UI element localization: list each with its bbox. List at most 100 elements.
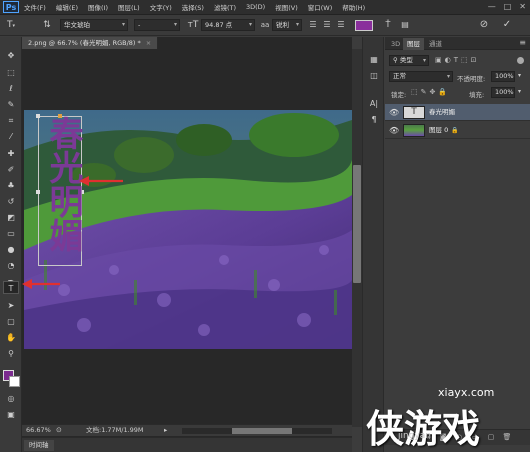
- eraser-tool-icon[interactable]: ◩: [3, 211, 19, 224]
- lasso-tool-icon[interactable]: ℓ: [3, 82, 19, 95]
- layer-row-text[interactable]: 👁 T 春光明媚: [385, 104, 530, 121]
- paragraph-panel-icon[interactable]: ¶: [367, 113, 381, 126]
- layer-filter-select[interactable]: ⚲ 类型 ▾: [389, 55, 429, 66]
- antialias-select[interactable]: 锐利 ▾: [272, 19, 302, 31]
- menu-layer[interactable]: 图层(L): [113, 2, 145, 12]
- eyedropper-tool-icon[interactable]: ⁄: [3, 130, 19, 143]
- blend-mode-select[interactable]: 正常 ▾: [389, 71, 453, 82]
- zoom-level[interactable]: 66.67%: [26, 425, 51, 436]
- marquee-tool-icon[interactable]: ⬚: [3, 66, 19, 79]
- visibility-eye-icon[interactable]: 👁: [389, 108, 399, 117]
- fill-input[interactable]: 100%: [491, 87, 515, 98]
- menu-file[interactable]: 文件(F): [19, 2, 51, 12]
- font-style-select[interactable]: - ▾: [134, 19, 180, 31]
- fill-label: 填充:: [469, 91, 485, 99]
- quick-mask-icon[interactable]: ◎: [3, 392, 19, 405]
- fill-value: 100%: [495, 88, 514, 96]
- panel-tabs: 3D 图层 通道 ≡: [385, 37, 530, 50]
- chevron-down-icon: ▾: [446, 73, 450, 80]
- document-info[interactable]: 文档:1.77M/1.99M: [86, 425, 144, 436]
- menu-help[interactable]: 帮助(H): [337, 2, 370, 12]
- visibility-eye-icon[interactable]: 👁: [389, 126, 399, 135]
- menu-type[interactable]: 文字(Y): [145, 2, 177, 12]
- layer-name-text: 图层 0: [429, 126, 449, 134]
- menu-window[interactable]: 窗口(W): [303, 2, 338, 12]
- brush-tool-icon[interactable]: ✐: [3, 163, 19, 176]
- tab-layers[interactable]: 图层: [403, 38, 424, 50]
- menu-image[interactable]: 图像(I): [83, 2, 113, 12]
- quick-select-tool-icon[interactable]: ✎: [3, 98, 19, 111]
- image-canvas[interactable]: 春光明媚: [24, 110, 352, 349]
- hand-tool-icon[interactable]: ✋: [3, 331, 19, 344]
- screen-mode-icon[interactable]: ▣: [3, 408, 19, 421]
- path-select-icon[interactable]: ➤: [3, 299, 19, 312]
- background-color[interactable]: [9, 376, 20, 387]
- properties-panel-icon[interactable]: ◫: [367, 69, 381, 82]
- character-panel-icon[interactable]: ▤: [398, 18, 412, 32]
- align-right-icon[interactable]: ☰: [334, 18, 348, 32]
- red-arrow-tool-annotation: [22, 279, 60, 289]
- layer-name[interactable]: 春光明媚: [429, 104, 455, 121]
- character-panel-icon[interactable]: A|: [367, 97, 381, 110]
- transform-handle[interactable]: [36, 190, 40, 194]
- lock-options-icons[interactable]: ⬚✎✥🔒: [411, 88, 450, 96]
- lock-label: 锁定:: [391, 91, 407, 99]
- zoom-tool-icon[interactable]: ⚲: [3, 347, 19, 360]
- transform-handle[interactable]: [36, 114, 40, 118]
- commit-icon[interactable]: ✓: [500, 18, 514, 32]
- text-color-swatch[interactable]: [355, 20, 373, 31]
- type-tool-button[interactable]: T: [3, 281, 19, 294]
- text-orientation-icon[interactable]: ⇅: [40, 18, 54, 32]
- gradient-tool-icon[interactable]: ▭: [3, 227, 19, 240]
- type-tool-icon[interactable]: T▾: [4, 18, 18, 32]
- close-tab-icon[interactable]: ×: [146, 39, 151, 47]
- font-size-select[interactable]: 94.87 点 ▾: [201, 19, 255, 31]
- menu-select[interactable]: 选择(S): [177, 2, 209, 12]
- chevron-down-icon[interactable]: ▾: [518, 72, 521, 79]
- dodge-tool-icon[interactable]: ◔: [3, 259, 19, 272]
- close-window-button[interactable]: ✕: [519, 2, 526, 11]
- maximize-button[interactable]: □: [504, 2, 512, 11]
- cancel-icon[interactable]: ⊘: [477, 18, 491, 32]
- layer-name[interactable]: 图层 0 🔒: [429, 122, 459, 139]
- menu-edit[interactable]: 编辑(E): [51, 2, 83, 12]
- minimize-button[interactable]: —: [488, 2, 496, 11]
- timeline-tab[interactable]: 时间轴: [24, 440, 54, 451]
- canvas-vertical-text[interactable]: 春光明媚: [41, 116, 83, 252]
- align-center-icon[interactable]: ☰: [320, 18, 334, 32]
- tab-channels[interactable]: 通道: [425, 38, 446, 50]
- status-menu-arrow-icon[interactable]: ▸: [164, 425, 167, 436]
- horizontal-scroll-thumb[interactable]: [232, 428, 292, 434]
- move-tool-icon[interactable]: ✥: [3, 49, 19, 62]
- history-brush-icon[interactable]: ↺: [3, 195, 19, 208]
- font-size-icon: ᴛT: [187, 20, 199, 30]
- rectangle-tool-icon[interactable]: ▢: [3, 315, 19, 328]
- watermark-sub: jingyan: [398, 431, 431, 441]
- align-left-icon[interactable]: ☰: [306, 18, 320, 32]
- healing-brush-icon[interactable]: ✚: [3, 147, 19, 160]
- opacity-input[interactable]: 100%: [491, 71, 515, 82]
- antialias-value: 锐利: [276, 21, 289, 29]
- vertical-scroll-thumb[interactable]: [353, 165, 361, 283]
- menu-filter[interactable]: 滤镜(T): [209, 2, 241, 12]
- blur-tool-icon[interactable]: ●: [3, 243, 19, 256]
- tab-3d[interactable]: 3D: [387, 38, 404, 50]
- panel-menu-icon[interactable]: ≡: [519, 38, 526, 47]
- document-tab[interactable]: 2.png @ 66.7% (春光明媚, RGB/8) * ×: [22, 37, 159, 49]
- blend-mode-value: 正常: [393, 72, 406, 80]
- app-logo: Ps: [3, 1, 19, 13]
- font-family-select[interactable]: 华文琥珀 ▾: [60, 19, 128, 31]
- history-panel-icon[interactable]: ▦: [367, 53, 381, 66]
- menu-3d[interactable]: 3D(D): [241, 3, 270, 11]
- status-bar: 66.67% ⊙ 文档:1.77M/1.99M ▸: [22, 424, 352, 436]
- options-bar: T▾ ⇅ 华文琥珀 ▾ - ▾ ᴛT 94.87 点 ▾ aa 锐利 ▾ ☰ ☰ ☰ Ť…: [0, 15, 530, 36]
- filter-icons[interactable]: ▣◐T⬚⊡: [435, 56, 479, 64]
- clone-stamp-icon[interactable]: ♣: [3, 179, 19, 192]
- crop-tool-icon[interactable]: ⌗: [3, 114, 19, 127]
- layer-row-image[interactable]: 👁 图层 0 🔒: [385, 122, 530, 139]
- menu-view[interactable]: 视图(V): [270, 2, 303, 12]
- filter-toggle-icon[interactable]: [517, 57, 524, 64]
- chevron-down-icon[interactable]: ▾: [518, 88, 521, 95]
- info-icon[interactable]: ⊙: [56, 425, 62, 436]
- warp-text-icon[interactable]: Ť: [381, 18, 395, 32]
